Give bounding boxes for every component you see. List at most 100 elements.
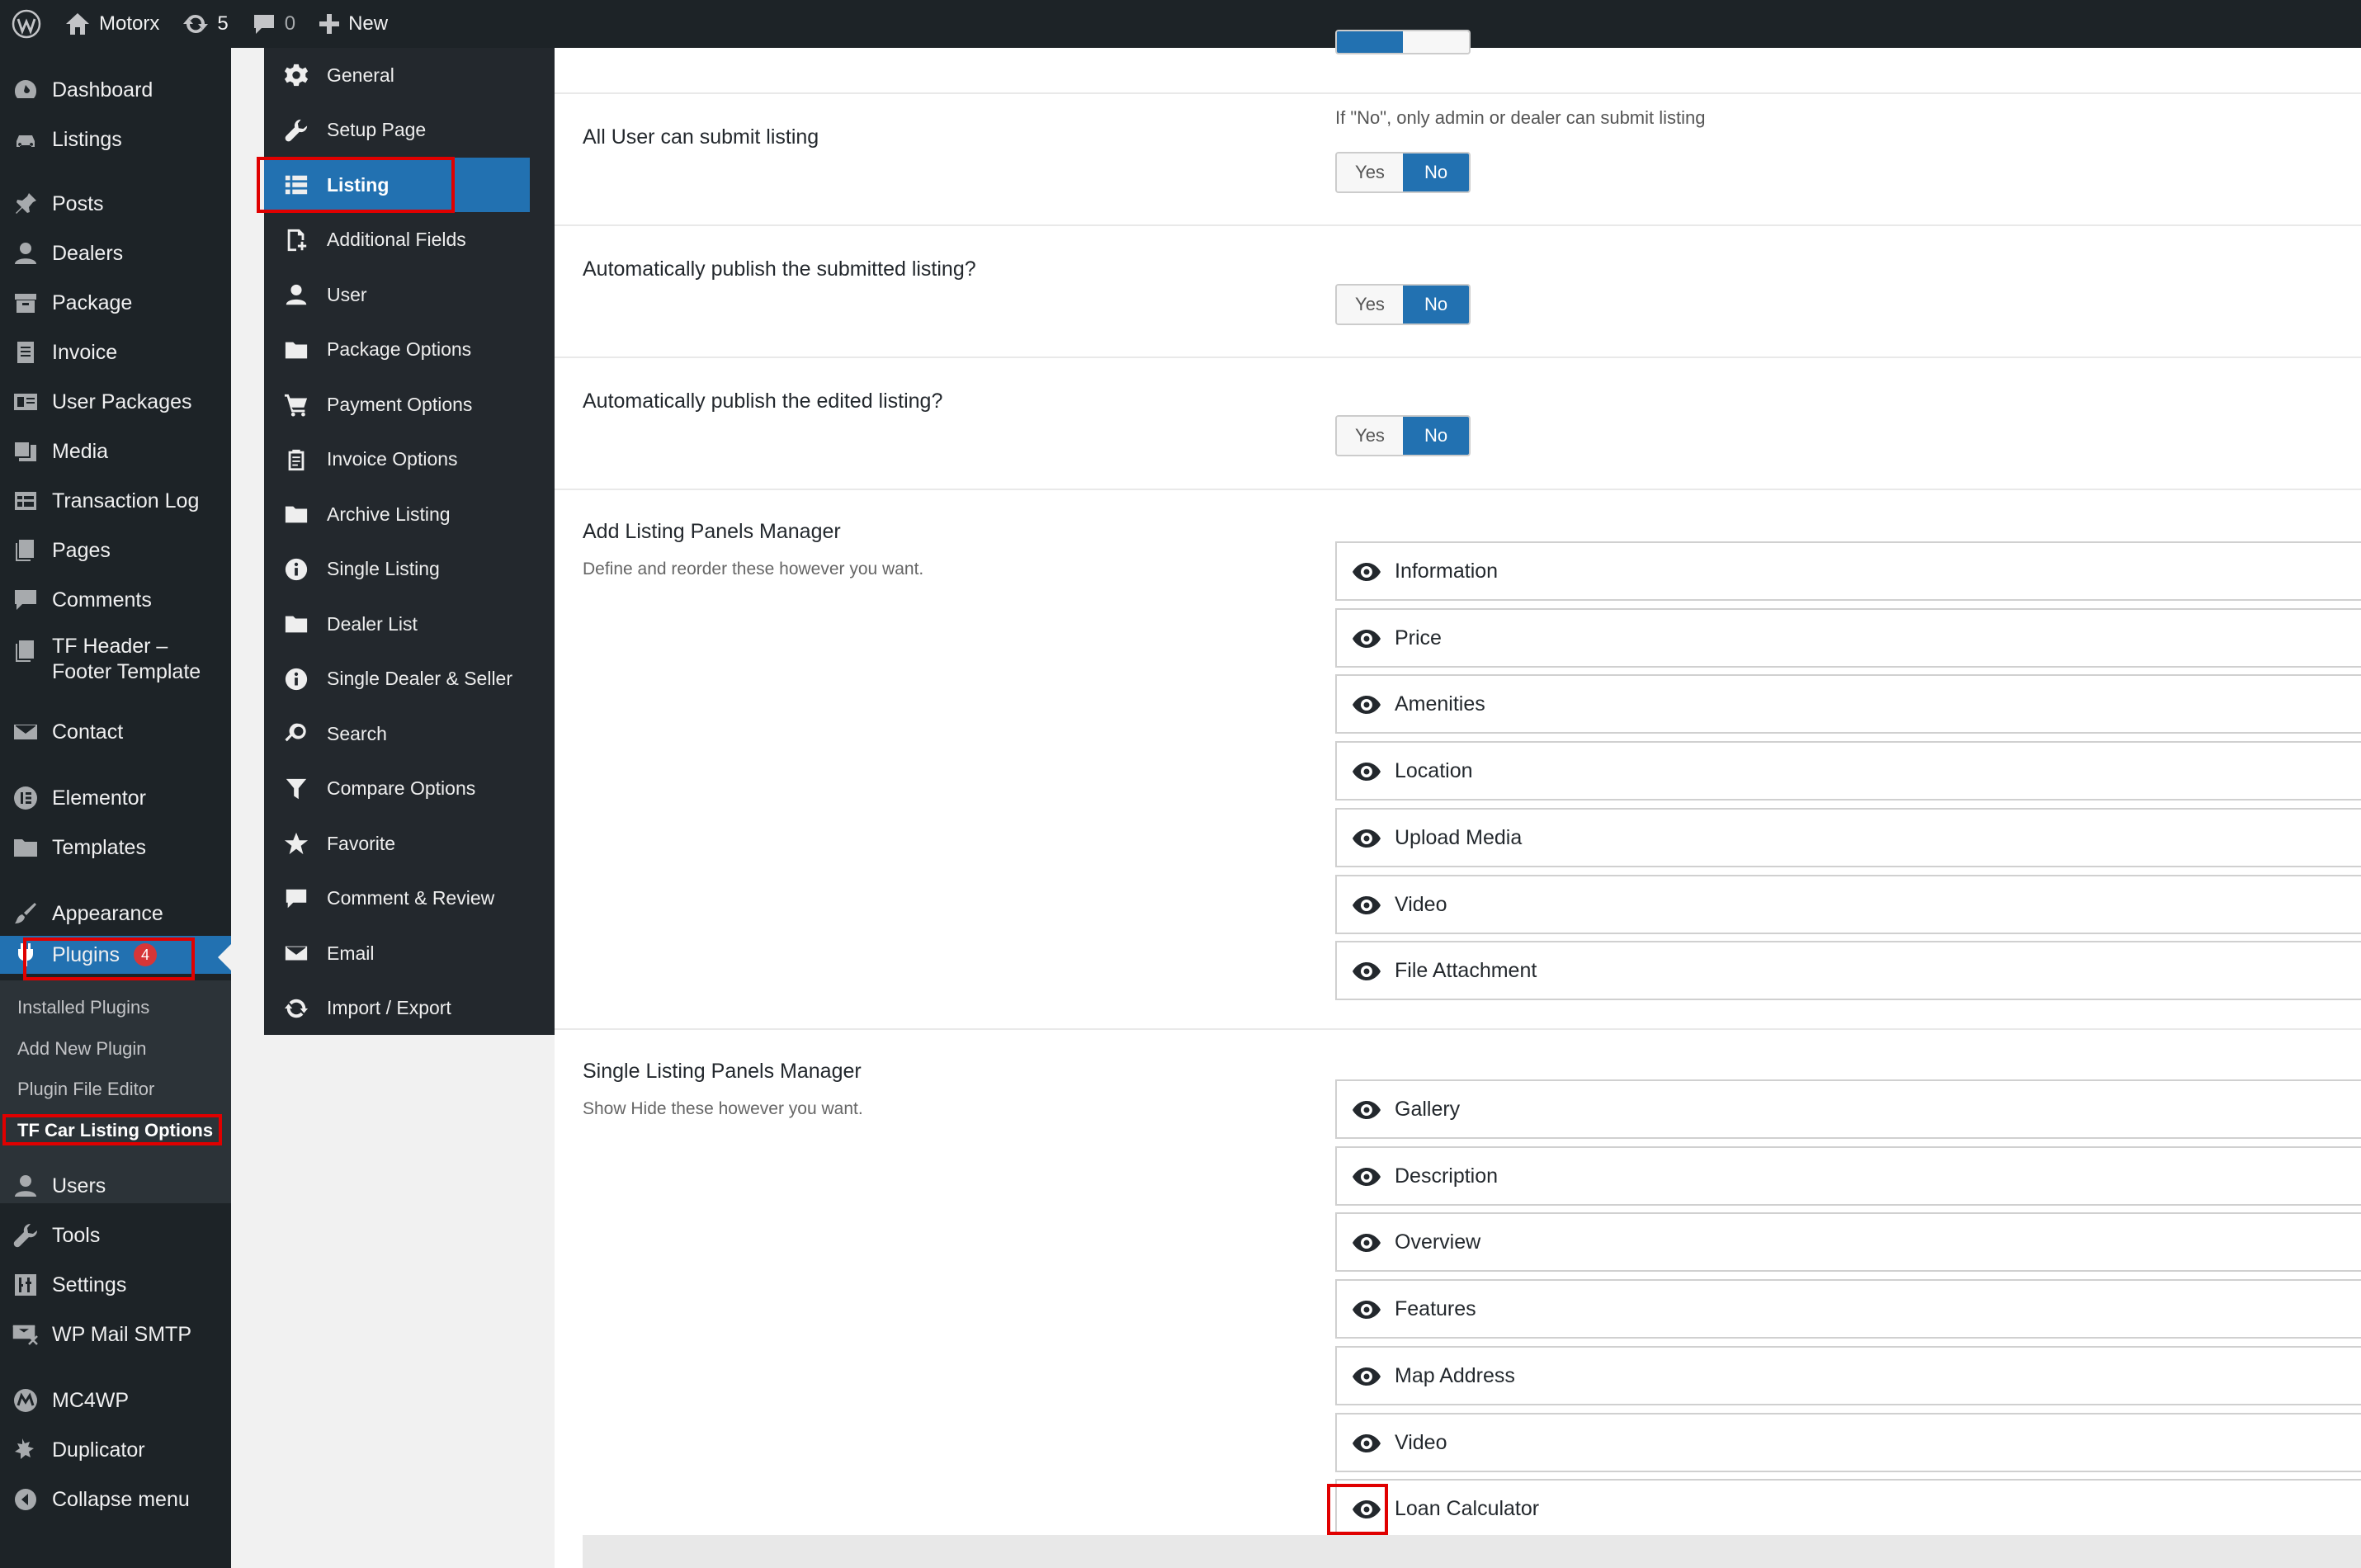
auto-publish-edited-toggle[interactable]: Yes No bbox=[1335, 415, 1471, 456]
menu-item-pages[interactable]: Pages bbox=[0, 535, 231, 566]
options-tab-single-dealer-seller[interactable]: Single Dealer & Seller bbox=[264, 652, 555, 706]
eye-icon[interactable] bbox=[1352, 1366, 1381, 1387]
all-user-submit-hint: If "No", only admin or dealer can submit… bbox=[1335, 107, 1706, 128]
all-user-submit-no[interactable]: No bbox=[1403, 153, 1469, 191]
options-tab-user[interactable]: User bbox=[264, 267, 555, 322]
auto-publish-submitted-toggle[interactable]: Yes No bbox=[1335, 284, 1471, 325]
menu-item-wp-mail-smtp[interactable]: WP Mail SMTP bbox=[0, 1319, 231, 1350]
highlight-plugins-menu bbox=[23, 937, 195, 980]
menu-item-invoice[interactable]: Invoice bbox=[0, 337, 231, 368]
user-icon bbox=[12, 239, 40, 267]
panel-item-map-address[interactable]: Map Address bbox=[1335, 1345, 2361, 1405]
toggle-no[interactable] bbox=[1403, 31, 1469, 53]
menu-item-contact[interactable]: Contact bbox=[0, 716, 231, 748]
pages-icon bbox=[12, 637, 40, 665]
panel-item-file-attachment[interactable]: File Attachment bbox=[1335, 941, 2361, 1001]
submenu-item-plugin-file-editor[interactable]: Plugin File Editor bbox=[17, 1079, 154, 1100]
menu-item-label: Dashboard bbox=[52, 78, 153, 102]
toggle-yes[interactable] bbox=[1337, 31, 1403, 53]
panel-item-description[interactable]: Description bbox=[1335, 1145, 2361, 1206]
menu-item-label: MC4WP bbox=[52, 1388, 130, 1412]
menu-item-transaction-log[interactable]: Transaction Log bbox=[0, 485, 231, 517]
panel-item-overview[interactable]: Overview bbox=[1335, 1212, 2361, 1273]
options-tab-archive-listing[interactable]: Archive Listing bbox=[264, 487, 555, 541]
previous-toggle[interactable] bbox=[1335, 30, 1471, 54]
panel-item-price[interactable]: Price bbox=[1335, 607, 2361, 668]
options-tab-import-export[interactable]: Import / Export bbox=[264, 981, 555, 1036]
updates-link[interactable]: 5 bbox=[171, 0, 239, 48]
options-tab-setup-page[interactable]: Setup Page bbox=[264, 103, 555, 158]
menu-item-listings[interactable]: Listings bbox=[0, 124, 231, 155]
options-tab-dealer-list[interactable]: Dealer List bbox=[264, 597, 555, 651]
panel-item-loan-calculator[interactable]: Loan Calculator bbox=[1335, 1479, 2361, 1539]
menu-item-dealers[interactable]: Dealers bbox=[0, 238, 231, 269]
options-tab-single-listing[interactable]: Single Listing bbox=[264, 542, 555, 597]
eye-icon[interactable] bbox=[1352, 561, 1381, 583]
new-content-link[interactable]: New bbox=[307, 0, 399, 48]
panel-item-upload-media[interactable]: Upload Media bbox=[1335, 807, 2361, 867]
options-tab-label: Invoice Options bbox=[327, 448, 458, 470]
panel-item-video[interactable]: Video bbox=[1335, 1412, 2361, 1472]
menu-item-settings[interactable]: Settings bbox=[0, 1269, 231, 1301]
eye-icon[interactable] bbox=[1352, 761, 1381, 782]
panel-item-gallery[interactable]: Gallery bbox=[1335, 1079, 2361, 1139]
eye-icon[interactable] bbox=[1352, 1433, 1381, 1454]
panel-item-video[interactable]: Video bbox=[1335, 874, 2361, 934]
home-icon bbox=[66, 13, 89, 35]
menu-item-elementor[interactable]: Elementor bbox=[0, 782, 231, 814]
panel-item-information[interactable]: Information bbox=[1335, 541, 2361, 601]
eye-icon[interactable] bbox=[1352, 961, 1381, 982]
options-tab-comment-review[interactable]: Comment & Review bbox=[264, 871, 555, 926]
eye-icon[interactable] bbox=[1352, 1099, 1381, 1121]
menu-item-tools[interactable]: Tools bbox=[0, 1220, 231, 1251]
eye-icon[interactable] bbox=[1352, 1299, 1381, 1320]
auto-publish-edited-yes[interactable]: Yes bbox=[1337, 417, 1403, 455]
options-tab-label: Dealer List bbox=[327, 612, 418, 635]
options-tab-payment-options[interactable]: Payment Options bbox=[264, 377, 555, 432]
menu-item-duplicator[interactable]: Duplicator bbox=[0, 1434, 231, 1466]
menu-item-comments[interactable]: Comments bbox=[0, 584, 231, 616]
menu-item-appearance[interactable]: Appearance bbox=[0, 898, 231, 929]
options-tab-general[interactable]: General bbox=[264, 48, 555, 102]
panel-item-location[interactable]: Location bbox=[1335, 741, 2361, 801]
menu-item-collapse-menu[interactable]: Collapse menu bbox=[0, 1484, 231, 1515]
options-tab-favorite[interactable]: Favorite bbox=[264, 816, 555, 871]
eye-icon[interactable] bbox=[1352, 895, 1381, 916]
auto-publish-edited-no[interactable]: No bbox=[1403, 417, 1469, 455]
menu-item-dashboard[interactable]: Dashboard bbox=[0, 74, 231, 106]
eye-icon[interactable] bbox=[1352, 828, 1381, 849]
options-tab-email[interactable]: Email bbox=[264, 926, 555, 980]
auto-publish-submitted-yes[interactable]: Yes bbox=[1337, 286, 1403, 324]
eye-icon[interactable] bbox=[1352, 628, 1381, 649]
all-user-submit-toggle[interactable]: Yes No bbox=[1335, 152, 1471, 193]
eye-icon[interactable] bbox=[1352, 1166, 1381, 1188]
eye-icon[interactable] bbox=[1352, 694, 1381, 716]
options-tab-package-options[interactable]: Package Options bbox=[264, 323, 555, 377]
all-user-submit-yes[interactable]: Yes bbox=[1337, 153, 1403, 191]
comments-link[interactable]: 0 bbox=[240, 0, 307, 48]
menu-item-templates[interactable]: Templates bbox=[0, 832, 231, 863]
submenu-item-installed-plugins[interactable]: Installed Plugins bbox=[17, 997, 149, 1018]
eye-icon[interactable] bbox=[1352, 1232, 1381, 1254]
menu-item-tf-header[interactable]: TF Header – Footer Template bbox=[0, 634, 231, 700]
menu-item-posts[interactable]: Posts bbox=[0, 188, 231, 220]
menu-item-user-packages[interactable]: User Packages bbox=[0, 386, 231, 418]
site-name-link[interactable]: Motorx bbox=[53, 0, 171, 48]
menu-item-package[interactable]: Package bbox=[0, 287, 231, 319]
panel-item-features[interactable]: Features bbox=[1335, 1279, 2361, 1339]
submenu-item-add-new-plugin[interactable]: Add New Plugin bbox=[17, 1038, 147, 1060]
panel-item-amenities[interactable]: Amenities bbox=[1335, 674, 2361, 734]
options-tab-compare-options[interactable]: Compare Options bbox=[264, 762, 555, 816]
options-tab-search[interactable]: Search bbox=[264, 706, 555, 761]
menu-item-media[interactable]: Media bbox=[0, 436, 231, 467]
wordpress-logo-button[interactable] bbox=[0, 0, 53, 48]
options-tab-invoice-options[interactable]: Invoice Options bbox=[264, 432, 555, 487]
plus-icon bbox=[319, 14, 340, 34]
options-tab-additional-fields[interactable]: Additional Fields bbox=[264, 213, 555, 267]
menu-item-users[interactable]: Users bbox=[0, 1170, 231, 1202]
menu-item-mc4wp[interactable]: MC4WP bbox=[0, 1385, 231, 1416]
folder-icon bbox=[282, 500, 310, 528]
archive-icon bbox=[12, 289, 40, 317]
menu-item-label: Collapse menu bbox=[52, 1487, 190, 1511]
auto-publish-submitted-no[interactable]: No bbox=[1403, 286, 1469, 324]
